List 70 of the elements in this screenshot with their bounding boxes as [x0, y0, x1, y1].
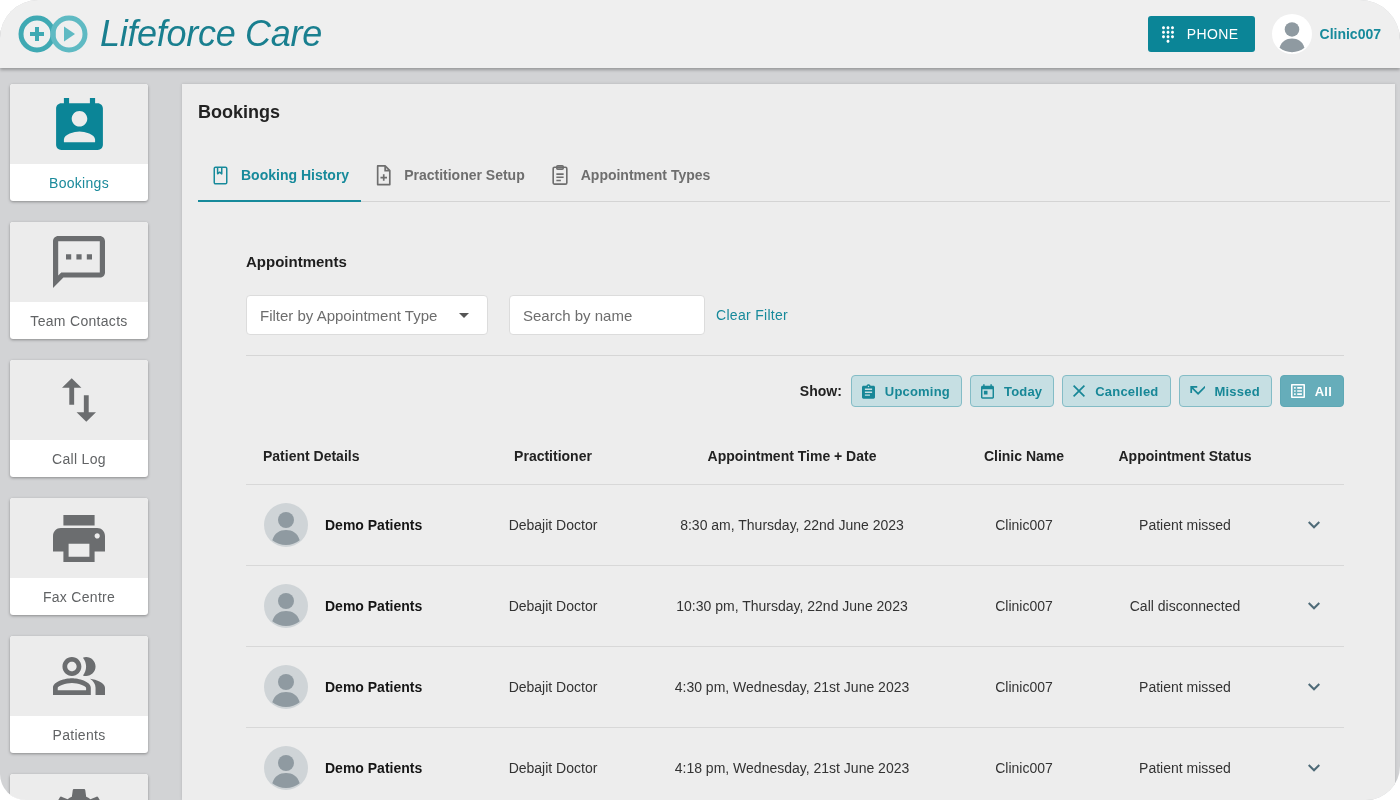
user-menu-button[interactable]: Clinic007: [1271, 14, 1381, 54]
up-down-arrows-icon: [62, 378, 96, 422]
filter-button[interactable]: Today: [969, 375, 1055, 407]
calendar-person-icon: [55, 98, 103, 150]
avatar-icon: [264, 746, 308, 790]
chat-bubble-icon: [53, 236, 105, 288]
sidebar-item[interactable]: Call Log: [10, 360, 148, 477]
tab[interactable]: Practitioner Setup: [361, 150, 537, 202]
table-cell: Debajit Doctor: [508, 679, 598, 695]
table-cell: Clinic007: [995, 760, 1053, 776]
document-plus-icon: [376, 164, 392, 186]
clear-filter-link[interactable]: Clear Filter: [716, 307, 789, 323]
missed-call-icon: [1189, 386, 1205, 396]
section-title: Appointments: [246, 253, 347, 270]
filter-button[interactable]: Missed: [1178, 375, 1272, 407]
table-cell: Patient missed: [1139, 517, 1231, 533]
brand-name: Lifeforce Care: [100, 13, 322, 55]
table-cell: Debajit Doctor: [508, 598, 598, 614]
avatar-icon: [264, 584, 308, 628]
table-cell: Debajit Doctor: [508, 517, 598, 533]
patient-name: Demo Patients: [325, 598, 423, 614]
filter-button[interactable]: All: [1279, 375, 1344, 407]
printer-icon: [53, 514, 105, 562]
table-cell: 4:18 pm, Wednesday, 21st June 2023: [674, 760, 910, 776]
close-icon: [1073, 385, 1086, 397]
avatar-icon: [264, 503, 308, 547]
search-field[interactable]: Search by name: [509, 295, 705, 335]
sidebar-item[interactable]: Team Contacts: [10, 222, 148, 339]
dialpad-icon: [1161, 25, 1174, 43]
table-cell: 8:30 am, Thursday, 22nd June 2023: [680, 517, 904, 533]
clipboard-list-icon: [551, 165, 568, 185]
column-header: Appointment Time + Date: [707, 447, 877, 464]
clipboard-icon: [861, 383, 875, 399]
table-cell: Clinic007: [995, 679, 1053, 695]
avatar-icon: [1271, 14, 1312, 54]
table-cell: Call disconnected: [1129, 598, 1241, 614]
phone-button[interactable]: PHONE: [1147, 16, 1255, 52]
chevron-down-icon[interactable]: [1308, 521, 1320, 529]
sidebar-item[interactable]: Fax Centre: [10, 498, 148, 615]
column-header: Practitioner: [514, 447, 592, 464]
table-cell: 10:30 pm, Thursday, 22nd June 2023: [676, 598, 908, 614]
table-cell: 4:30 pm, Wednesday, 21st June 2023: [674, 679, 910, 695]
table-cell: Patient missed: [1139, 679, 1231, 695]
sidebar-item[interactable]: Patients: [10, 636, 148, 753]
patient-name: Demo Patients: [325, 760, 423, 776]
show-label: Show:: [799, 383, 842, 399]
column-header: Patient Details: [263, 447, 360, 464]
calendar-icon: [980, 383, 994, 399]
page-title: Bookings: [198, 102, 280, 122]
table-cell: Clinic007: [995, 598, 1053, 614]
table-cell: Patient missed: [1139, 760, 1231, 776]
filter-button[interactable]: Cancelled: [1062, 375, 1171, 407]
patient-name: Demo Patients: [325, 679, 423, 695]
chevron-down-icon[interactable]: [1308, 764, 1320, 772]
avatar-icon: [264, 665, 308, 709]
people-icon: [53, 657, 105, 695]
filter-button[interactable]: Upcoming: [850, 375, 962, 407]
column-header: Appointment Status: [1118, 447, 1252, 464]
tab[interactable]: Appointment Types: [536, 150, 723, 202]
filter-dropdown[interactable]: Filter by Appointment Type: [246, 295, 488, 335]
list-icon: [1290, 384, 1305, 398]
chevron-down-icon[interactable]: [1308, 602, 1320, 610]
table-cell: Clinic007: [995, 517, 1053, 533]
book-icon: [213, 165, 228, 185]
column-header: Clinic Name: [983, 447, 1065, 464]
patient-name: Demo Patients: [325, 517, 423, 533]
tab[interactable]: Booking History: [198, 150, 362, 202]
chevron-down-icon[interactable]: [1308, 683, 1320, 691]
sidebar-item[interactable]: Bookings: [10, 84, 148, 201]
table-cell: Debajit Doctor: [508, 760, 598, 776]
